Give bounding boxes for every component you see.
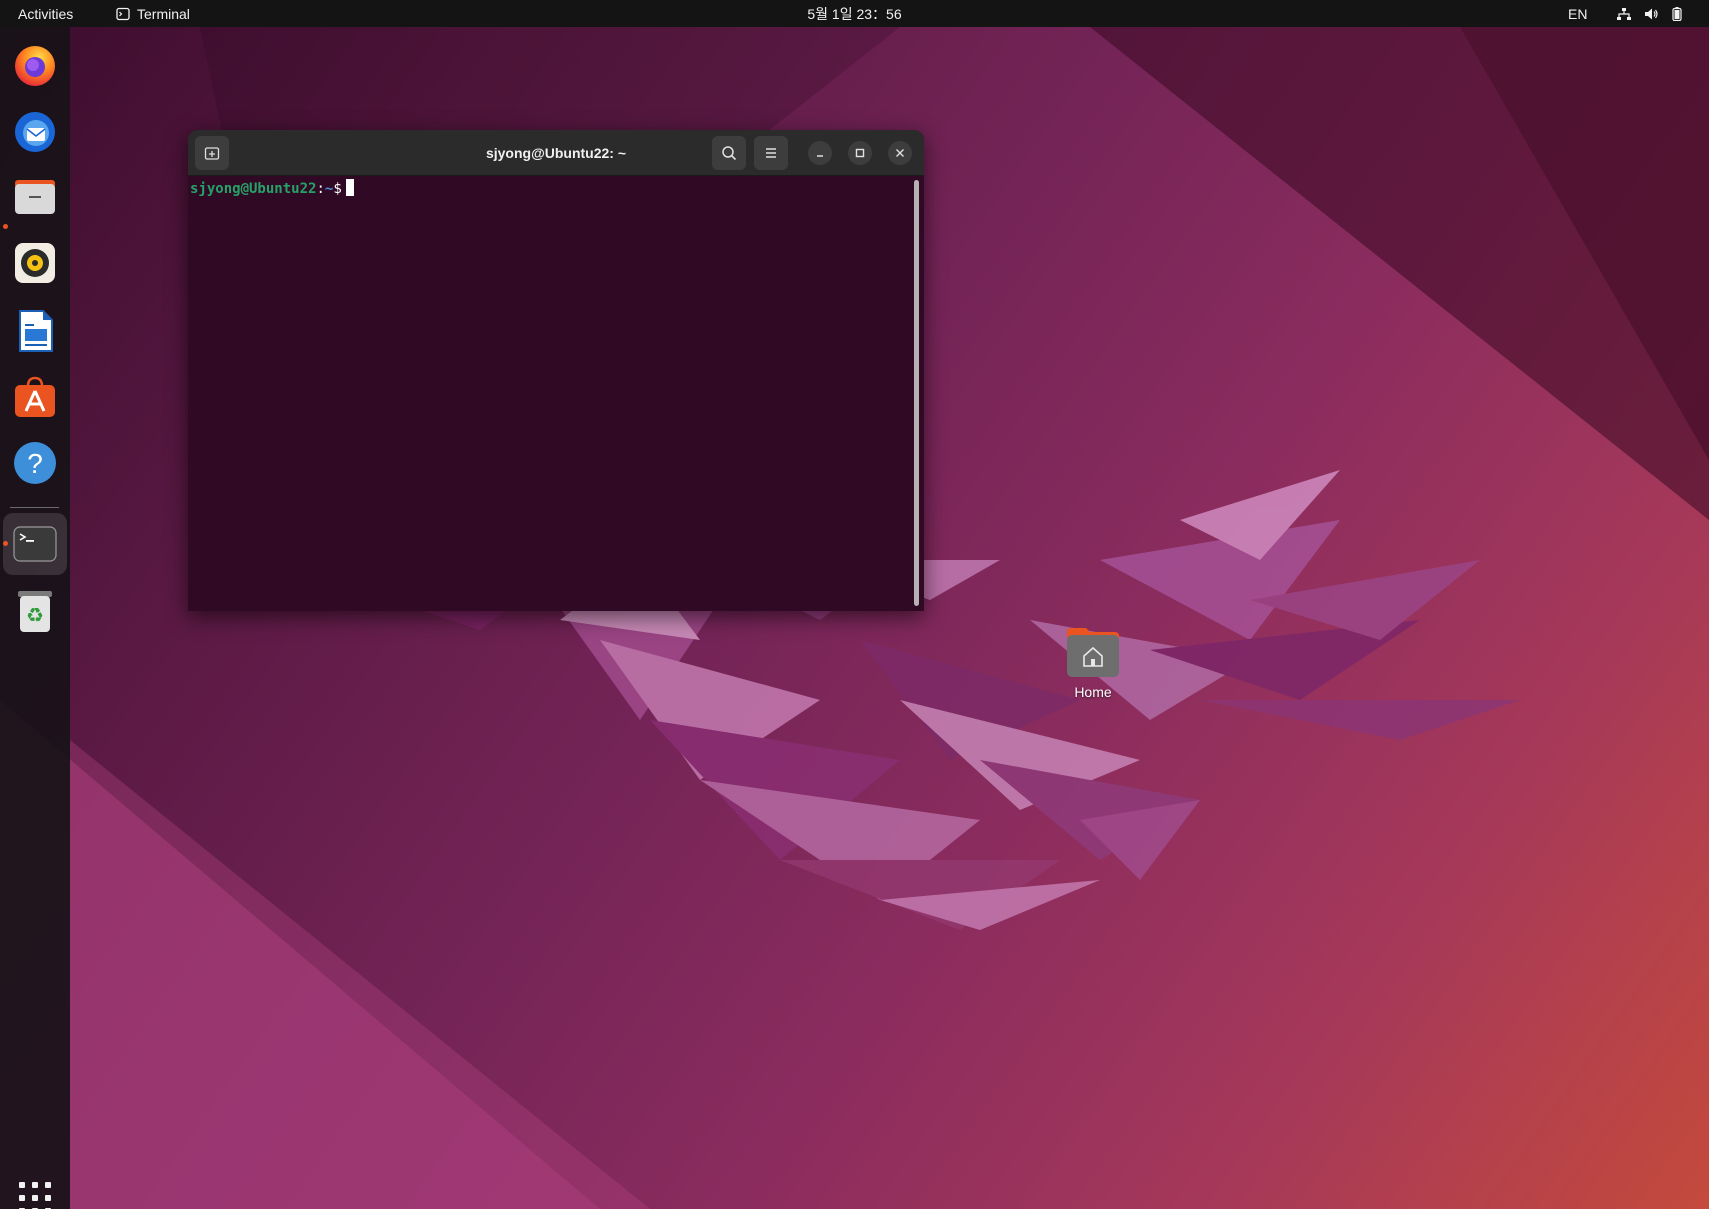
firefox-icon bbox=[15, 46, 55, 86]
app-menu-label: Terminal bbox=[137, 5, 190, 22]
prompt-separator: : bbox=[316, 181, 325, 197]
terminal-running-indicator bbox=[3, 541, 8, 546]
app-menu-button[interactable]: Terminal bbox=[108, 0, 198, 27]
terminal-small-icon bbox=[116, 7, 130, 20]
dock: ? ♻ bbox=[0, 27, 70, 1209]
dock-item-rhythmbox[interactable] bbox=[3, 232, 67, 294]
terminal-content[interactable]: sjyong@Ubuntu22:~$ bbox=[188, 176, 912, 611]
close-button[interactable] bbox=[888, 141, 912, 165]
terminal-scrollbar[interactable] bbox=[914, 180, 919, 606]
dock-item-trash[interactable]: ♻ bbox=[3, 580, 67, 642]
dock-item-files[interactable] bbox=[3, 166, 67, 228]
terminal-icon bbox=[13, 526, 57, 562]
writer-icon bbox=[19, 310, 53, 352]
network-icon bbox=[1617, 7, 1631, 20]
minimize-icon bbox=[817, 155, 823, 157]
input-language-button[interactable]: EN bbox=[1560, 0, 1595, 27]
search-icon bbox=[722, 146, 737, 161]
desktop-home-icon[interactable]: Home bbox=[1053, 626, 1133, 716]
prompt-symbol: $ bbox=[333, 181, 342, 197]
close-icon bbox=[896, 149, 904, 157]
text-cursor bbox=[345, 179, 354, 196]
dock-item-firefox[interactable] bbox=[3, 34, 67, 96]
trash-icon: ♻ bbox=[18, 591, 52, 632]
help-icon: ? bbox=[14, 442, 56, 484]
show-applications-button[interactable] bbox=[16, 1179, 52, 1209]
clock-area: 5월 1일 23：56 bbox=[0, 0, 1709, 27]
new-tab-icon bbox=[204, 147, 220, 160]
svg-text:♻: ♻ bbox=[26, 603, 44, 627]
terminal-window: sjyong@Ubuntu22: ~ sjyong@Ubuntu22:~$ bbox=[188, 130, 924, 611]
battery-icon bbox=[1672, 6, 1682, 21]
dock-item-terminal[interactable] bbox=[3, 513, 67, 575]
dock-item-ubuntu-software[interactable] bbox=[3, 366, 67, 428]
home-label: Home bbox=[1074, 684, 1112, 700]
rhythmbox-icon bbox=[15, 243, 55, 283]
dock-item-writer[interactable] bbox=[3, 300, 67, 362]
files-running-indicator bbox=[3, 224, 8, 229]
dock-separator bbox=[10, 507, 59, 508]
thunderbird-icon bbox=[15, 112, 55, 152]
home-folder-icon bbox=[1067, 628, 1119, 677]
top-bar: Activities Terminal 5월 1일 23：56 EN bbox=[0, 0, 1709, 27]
prompt-user-host: sjyong@Ubuntu22 bbox=[190, 181, 317, 197]
maximize-icon bbox=[855, 148, 865, 158]
dock-item-thunderbird[interactable] bbox=[3, 100, 67, 162]
maximize-button[interactable] bbox=[848, 141, 872, 165]
svg-text:?: ? bbox=[27, 448, 43, 479]
search-button[interactable] bbox=[712, 136, 746, 170]
files-icon bbox=[15, 180, 55, 214]
system-menu-button[interactable] bbox=[1608, 0, 1690, 27]
clock-button[interactable]: 5월 1일 23：56 bbox=[799, 4, 909, 24]
activities-label: Activities bbox=[18, 5, 74, 22]
volume-icon bbox=[1645, 8, 1658, 19]
new-tab-button[interactable] bbox=[195, 136, 229, 170]
input-language-label: EN bbox=[1568, 5, 1588, 22]
main-menu-button[interactable] bbox=[754, 136, 788, 170]
minimize-button[interactable] bbox=[808, 141, 832, 165]
terminal-header-bar[interactable]: sjyong@Ubuntu22: ~ bbox=[188, 130, 924, 176]
software-icon bbox=[15, 376, 55, 417]
dock-item-help[interactable]: ? bbox=[3, 432, 67, 494]
activities-button[interactable]: Activities bbox=[10, 0, 81, 27]
hamburger-menu-icon bbox=[766, 148, 776, 158]
